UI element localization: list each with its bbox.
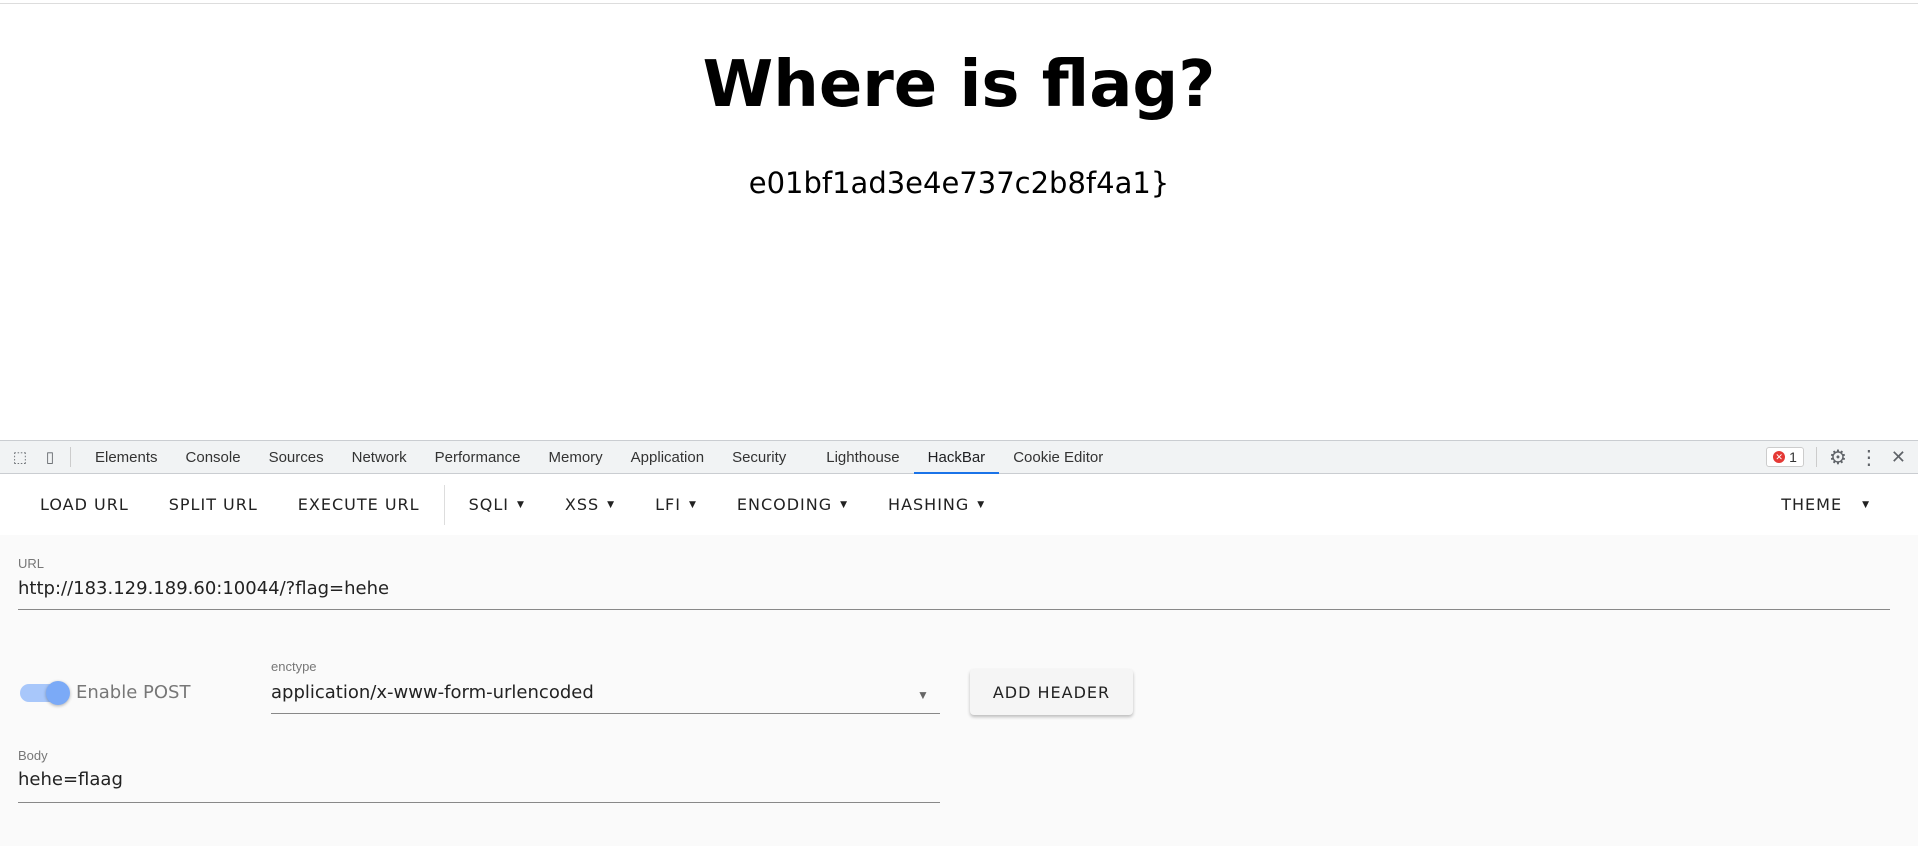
tab-performance[interactable]: Performance xyxy=(421,441,535,474)
tab-hackbar[interactable]: HackBar xyxy=(913,441,1000,474)
xss-menu-button[interactable]: XSS ▼ xyxy=(545,495,635,514)
tab-lighthouse[interactable]: Lighthouse xyxy=(812,441,913,474)
execute-url-button[interactable]: EXECUTE URL xyxy=(278,495,440,514)
error-count: 1 xyxy=(1789,449,1797,465)
add-header-button[interactable]: ADD HEADER xyxy=(970,669,1133,715)
close-icon[interactable]: ✕ xyxy=(1891,447,1906,468)
enctype-underline xyxy=(271,713,940,714)
gear-icon[interactable]: ⚙ xyxy=(1829,445,1847,470)
hashing-menu-button[interactable]: HASHING ▼ xyxy=(868,495,1005,514)
enctype-label: enctype xyxy=(271,659,317,674)
load-url-button[interactable]: LOAD URL xyxy=(20,495,149,514)
enable-post-toggle[interactable] xyxy=(20,681,70,705)
caret-down-icon: ▼ xyxy=(516,499,525,510)
divider xyxy=(70,447,71,467)
caret-down-icon: ▼ xyxy=(607,499,616,510)
body-label: Body xyxy=(18,748,48,763)
dropdown-arrow-icon[interactable]: ▼ xyxy=(917,688,929,702)
toggle-knob xyxy=(46,681,70,705)
url-input[interactable]: http://183.129.189.60:10044/?flag=hehe xyxy=(18,578,389,599)
page-top-border xyxy=(0,3,1918,4)
theme-label: THEME xyxy=(1781,495,1843,514)
caret-down-icon: ▼ xyxy=(688,499,697,510)
tab-network[interactable]: Network xyxy=(338,441,421,474)
hashing-label: HASHING xyxy=(888,495,970,514)
tab-elements[interactable]: Elements xyxy=(81,441,172,474)
enable-post-label: Enable POST xyxy=(76,682,191,703)
body-input[interactable]: hehe=flaag xyxy=(18,769,123,790)
error-icon: ✕ xyxy=(1773,451,1786,463)
tab-cookie-editor[interactable]: Cookie Editor xyxy=(999,441,1117,474)
sqli-label: SQLI xyxy=(468,495,509,514)
xss-label: XSS xyxy=(564,495,600,514)
error-count-badge[interactable]: ✕ 1 xyxy=(1766,447,1804,467)
lfi-menu-button[interactable]: LFI ▼ xyxy=(635,495,717,514)
sqli-menu-button[interactable]: SQLI ▼ xyxy=(449,495,545,514)
encoding-menu-button[interactable]: ENCODING ▼ xyxy=(717,495,868,514)
more-options-icon[interactable]: ⋮ xyxy=(1859,445,1879,470)
enctype-select[interactable]: application/x-www-form-urlencoded xyxy=(271,682,594,703)
inspect-element-icon[interactable]: ⬚ xyxy=(10,447,30,467)
device-toolbar-icon[interactable]: ▯ xyxy=(40,447,60,467)
tab-memory[interactable]: Memory xyxy=(535,441,617,474)
tab-console[interactable]: Console xyxy=(172,441,255,474)
tab-security[interactable]: Security xyxy=(718,441,800,474)
url-label: URL xyxy=(18,556,45,571)
divider xyxy=(1815,447,1817,467)
page-text: e01bf1ad3e4e737c2b8f4a1} xyxy=(748,166,1170,200)
hackbar-toolbar: LOAD URL SPLIT URL EXECUTE URL SQLI ▼ XSS… xyxy=(0,474,1918,535)
split-url-button[interactable]: SPLIT URL xyxy=(149,495,278,514)
caret-down-icon: ▼ xyxy=(840,499,849,510)
page-heading: Where is flag? xyxy=(702,48,1216,122)
encoding-label: ENCODING xyxy=(736,495,833,514)
caret-down-icon: ▼ xyxy=(1862,499,1870,510)
theme-menu-button[interactable]: THEME ▼ xyxy=(1761,495,1890,514)
divider xyxy=(443,484,445,525)
devtools-tabbar: ⬚ ▯ Elements Console Sources Network Per… xyxy=(0,440,1918,474)
lfi-label: LFI xyxy=(655,495,681,514)
tab-sources[interactable]: Sources xyxy=(255,441,338,474)
body-underline xyxy=(18,802,940,803)
tab-application[interactable]: Application xyxy=(617,441,718,474)
caret-down-icon: ▼ xyxy=(977,499,986,510)
url-underline xyxy=(18,609,1890,610)
